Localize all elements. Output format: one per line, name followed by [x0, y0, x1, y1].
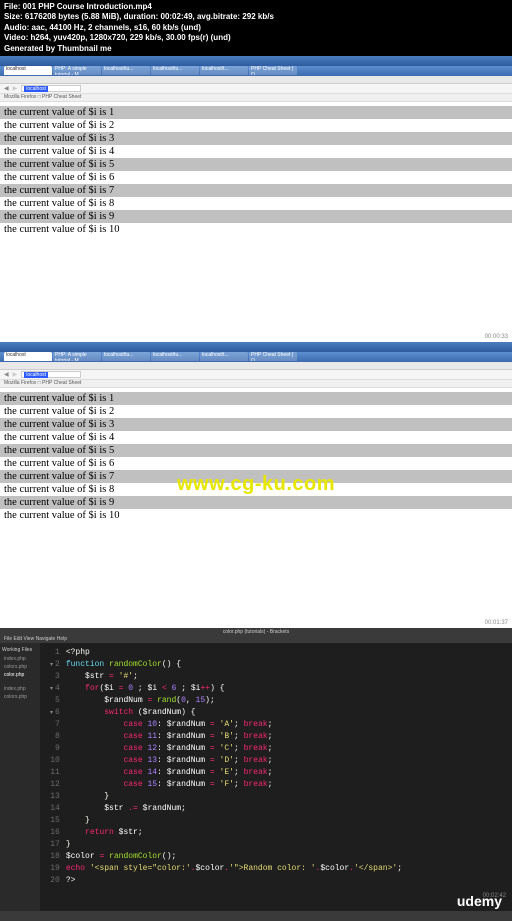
- output-row: the current value of $i is 3: [0, 132, 512, 145]
- window-titlebar: [0, 56, 512, 66]
- output-row: the current value of $i is 5: [0, 158, 512, 171]
- browser-tab[interactable]: localhost/t...: [200, 66, 248, 75]
- address-bar[interactable]: ◀ ▶ localhost: [0, 84, 512, 94]
- bookmarks-bar[interactable]: Mozilla Firefox □ PHP Cheat Sheet: [0, 94, 512, 102]
- browser-frame-2: localhostPHP: A simple tutorial - M...lo…: [0, 342, 512, 628]
- editor-titlebar: color.php (tutorials) - Brackets: [0, 628, 512, 636]
- meta-video: Video: h264, yuv420p, 1280x720, 229 kb/s…: [4, 33, 508, 43]
- url-input[interactable]: localhost: [21, 371, 81, 378]
- browser-toolbar: [0, 76, 512, 84]
- output-row: the current value of $i is 7: [0, 470, 512, 483]
- page-content-1: the current value of $i is 1the current …: [0, 102, 512, 342]
- udemy-logo: udemy: [457, 893, 502, 909]
- code-editor[interactable]: 1▾23▾45▾67891011121314151617181920 <?php…: [40, 643, 512, 911]
- output-row: the current value of $i is 10: [0, 509, 512, 522]
- line-gutter: 1▾23▾45▾67891011121314151617181920: [40, 643, 66, 911]
- browser-tab[interactable]: PHP: A simple tutorial - M...: [53, 352, 101, 361]
- browser-tab[interactable]: PHP: A simple tutorial - M...: [53, 66, 101, 75]
- nav-forward-icon[interactable]: ▶: [13, 85, 18, 92]
- browser-tab[interactable]: localhost/tu...: [102, 352, 150, 361]
- output-row: the current value of $i is 1: [0, 106, 512, 119]
- thumbnail-timestamp: 00:01:37: [485, 620, 508, 626]
- browser-tab[interactable]: localhost/tu...: [151, 352, 199, 361]
- browser-tab[interactable]: PHP Cheat Sheet | O...: [249, 66, 297, 75]
- meta-generated: Generated by Thumbnail me: [4, 44, 508, 54]
- output-row: the current value of $i is 2: [0, 119, 512, 132]
- sidebar-file[interactable]: colors.php: [2, 663, 38, 671]
- output-row: the current value of $i is 9: [0, 496, 512, 509]
- meta-size: Size: 6176208 bytes (5.88 MiB), duration…: [4, 12, 508, 22]
- editor-menubar[interactable]: File Edit View Navigate Help: [0, 636, 512, 643]
- browser-frame-1: localhostPHP: A simple tutorial - M...lo…: [0, 56, 512, 342]
- code-content[interactable]: <?phpfunction randomColor() { $str = '#'…: [66, 643, 402, 911]
- output-row: the current value of $i is 9: [0, 210, 512, 223]
- output-row: the current value of $i is 3: [0, 418, 512, 431]
- output-row: the current value of $i is 5: [0, 444, 512, 457]
- video-metadata: File: 001 PHP Course Introduction.mp4 Si…: [0, 0, 512, 56]
- window-titlebar: [0, 342, 512, 352]
- nav-back-icon[interactable]: ◀: [4, 371, 9, 378]
- bookmarks-bar[interactable]: Mozilla Firefox □ PHP Cheat Sheet: [0, 380, 512, 388]
- output-row: the current value of $i is 4: [0, 431, 512, 444]
- browser-tab[interactable]: localhost: [4, 66, 52, 75]
- sidebar-header: Working Files: [2, 647, 38, 653]
- sidebar-file[interactable]: index.php: [2, 655, 38, 663]
- browser-tab[interactable]: localhost/tu...: [102, 66, 150, 75]
- meta-file: File: 001 PHP Course Introduction.mp4: [4, 2, 508, 12]
- url-input[interactable]: localhost: [21, 85, 81, 92]
- nav-forward-icon[interactable]: ▶: [13, 371, 18, 378]
- output-row: the current value of $i is 7: [0, 184, 512, 197]
- output-row: the current value of $i is 4: [0, 145, 512, 158]
- output-row: the current value of $i is 2: [0, 405, 512, 418]
- sidebar-file[interactable]: colors.php: [2, 693, 38, 701]
- thumbnail-timestamp: 00:00:33: [485, 334, 508, 340]
- output-row: the current value of $i is 10: [0, 223, 512, 236]
- browser-tab[interactable]: localhost/tu...: [151, 66, 199, 75]
- output-row: the current value of $i is 6: [0, 457, 512, 470]
- browser-tab[interactable]: PHP Cheat Sheet | O...: [249, 352, 297, 361]
- address-bar[interactable]: ◀ ▶ localhost: [0, 370, 512, 380]
- output-row: the current value of $i is 6: [0, 171, 512, 184]
- tab-strip: localhostPHP: A simple tutorial - M...lo…: [0, 352, 512, 362]
- nav-back-icon[interactable]: ◀: [4, 85, 9, 92]
- code-editor-frame: color.php (tutorials) - Brackets File Ed…: [0, 628, 512, 921]
- editor-statusbar: [0, 911, 512, 921]
- browser-tab[interactable]: localhost/t...: [200, 352, 248, 361]
- meta-audio: Audio: aac, 44100 Hz, 2 channels, s16, 6…: [4, 23, 508, 33]
- sidebar-file[interactable]: color.php: [2, 671, 38, 679]
- tab-strip: localhostPHP: A simple tutorial - M...lo…: [0, 66, 512, 76]
- output-row: the current value of $i is 1: [0, 392, 512, 405]
- output-row: the current value of $i is 8: [0, 197, 512, 210]
- editor-sidebar: Working Files index.phpcolors.phpcolor.p…: [0, 643, 40, 911]
- sidebar-file[interactable]: index.php: [2, 685, 38, 693]
- page-content-2: the current value of $i is 1the current …: [0, 388, 512, 628]
- browser-tab[interactable]: localhost: [4, 352, 52, 361]
- output-row: the current value of $i is 8: [0, 483, 512, 496]
- browser-toolbar: [0, 362, 512, 370]
